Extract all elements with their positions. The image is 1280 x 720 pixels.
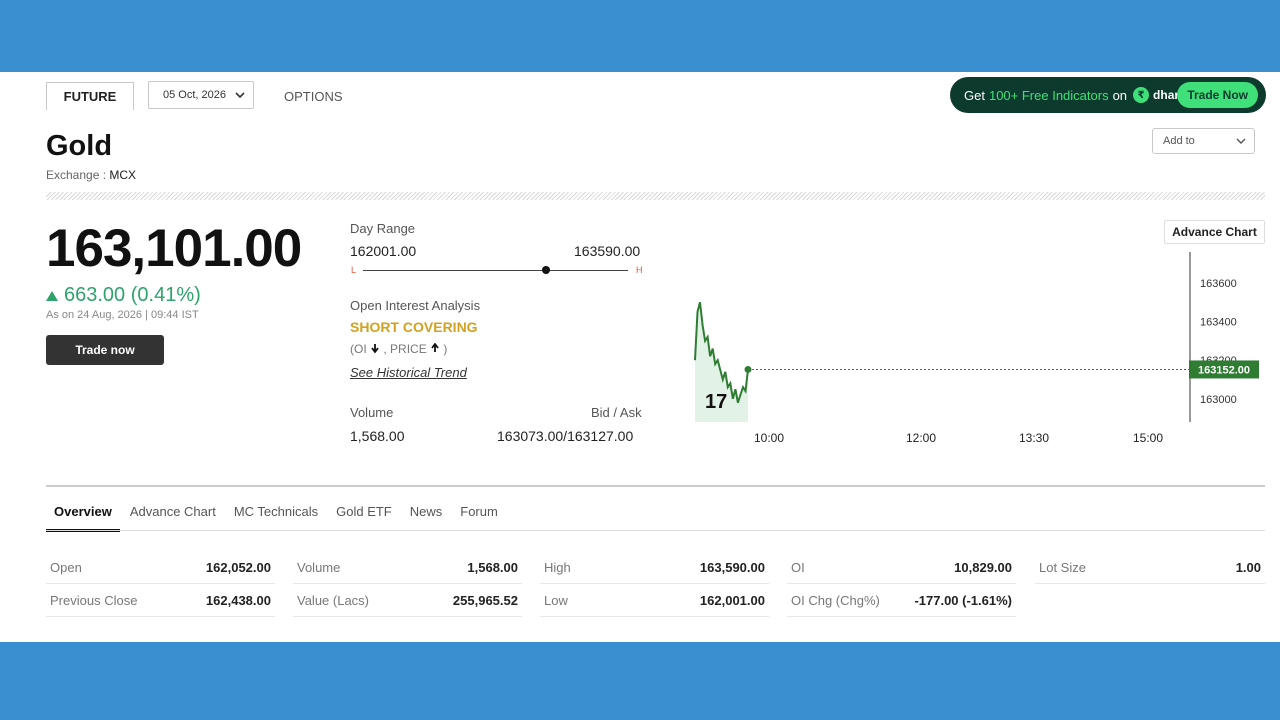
chevron-down-icon [1236, 138, 1246, 144]
quote-card: FUTURE 05 Oct, 2026 OPTIONS Get 100+ Fre… [0, 72, 1280, 642]
stat-value: 162,438.00 [205, 592, 271, 608]
stat-label: Value (Lacs) [297, 592, 370, 608]
stat-value-lacs-: Value (Lacs) 255,965.52 [293, 584, 522, 617]
promo-suffix: on [1112, 87, 1128, 103]
oi-price-detail: (OI , PRICE ) [350, 342, 447, 356]
y-tick-label: 163400 [1200, 317, 1237, 329]
stat-value: 163,590.00 [699, 559, 765, 575]
stat-high: High 163,590.00 [540, 551, 769, 584]
bid-ask-value: 163073.00/163127.00 [497, 428, 634, 444]
x-tick-label: 12:00 [906, 431, 936, 445]
divider [46, 485, 1265, 487]
stat-previous-close: Previous Close 162,438.00 [46, 584, 275, 617]
stat-value: 1,568.00 [467, 559, 518, 575]
stat-value: 10,829.00 [954, 559, 1012, 575]
divider [46, 530, 1265, 531]
stat-open: Open 162,052.00 [46, 551, 275, 584]
stat-label: Low [544, 592, 568, 608]
timestamp: As on 24 Aug, 2026 | 09:44 IST [46, 309, 199, 321]
expiry-value: 05 Oct, 2026 [163, 89, 226, 101]
tab-mc-technicals[interactable]: MC Technicals [226, 502, 326, 532]
volume-value: 1,568.00 [350, 428, 405, 444]
exchange-value: MCX [109, 168, 137, 182]
promo-highlight: 100+ Free Indicators [988, 87, 1109, 103]
tab-future[interactable]: FUTURE [46, 82, 134, 110]
tab-advance-chart[interactable]: Advance Chart [122, 502, 224, 532]
stat-lot-size: Lot Size 1.00 [1035, 551, 1265, 584]
bid-ask-label: Bid / Ask [591, 405, 642, 420]
tab-news[interactable]: News [402, 502, 451, 532]
stat-oi-chg-chg-: OI Chg (Chg%) -177.00 (-1.61%) [787, 584, 1016, 617]
promo-banner[interactable]: Get 100+ Free Indicators on ₹ dhan Trade… [950, 77, 1266, 113]
day-low: 162001.00 [350, 243, 417, 259]
stat-label: Lot Size [1039, 559, 1086, 575]
tab-options[interactable]: OPTIONS [284, 89, 343, 104]
dhan-logo-icon: ₹ [1133, 87, 1150, 103]
add-to-label: Add to [1163, 135, 1195, 147]
add-to-select[interactable]: Add to [1152, 128, 1255, 154]
historical-trend-link[interactable]: See Historical Trend [350, 365, 467, 380]
tab-overview[interactable]: Overview [46, 502, 120, 532]
stat-label: Previous Close [50, 592, 138, 608]
price-change-value: 663.00 (0.41%) [64, 284, 201, 306]
last-price: 163,101.00 [46, 219, 302, 278]
stat-value: 1.00 [1235, 559, 1261, 575]
trade-now-main-button[interactable]: Trade now [46, 335, 164, 365]
day-high: 163590.00 [574, 243, 641, 259]
promo-prefix: Get [964, 87, 985, 103]
oi-detail-close: ) [443, 342, 448, 356]
y-tick-label: 163000 [1200, 394, 1237, 406]
stat-label: Volume [297, 559, 341, 575]
chevron-down-icon [235, 92, 245, 99]
exchange-info: Exchange : MCX [46, 168, 136, 182]
arrow-up-icon [46, 290, 58, 301]
price-change: 663.00 (0.41%) [46, 284, 201, 307]
arrow-down-icon [371, 344, 379, 354]
page-title: Gold [46, 130, 113, 162]
stat-volume: Volume 1,568.00 [293, 551, 522, 584]
stat-label: OI [791, 559, 805, 575]
exchange-label: Exchange : [46, 168, 107, 182]
stat-label: OI Chg (Chg%) [791, 592, 880, 608]
x-tick-label: 15:00 [1133, 431, 1163, 445]
stat-value: 162,052.00 [205, 559, 271, 575]
tab-forum[interactable]: Forum [452, 502, 506, 532]
x-tick-label: 13:30 [1019, 431, 1049, 445]
stat-label: Open [50, 559, 82, 575]
day-range-bar [363, 266, 628, 274]
stat-value: 255,965.52 [452, 592, 518, 608]
trade-now-button[interactable]: Trade Now [1177, 82, 1258, 108]
current-price-label: 163152.00 [1198, 364, 1250, 376]
tradingview-logo-icon: 17 [705, 391, 727, 413]
arrow-up-icon [431, 342, 439, 352]
advance-chart-button[interactable]: Advance Chart [1164, 220, 1265, 244]
section-tabs: Overview Advance Chart MC Technicals Gold E… [46, 502, 508, 532]
stat-oi: OI 10,829.00 [787, 551, 1016, 584]
high-tag: H [636, 265, 643, 275]
volume-label: Volume [350, 405, 394, 420]
stat-value: -177.00 (-1.61%) [914, 592, 1012, 608]
tab-gold-etf[interactable]: Gold ETF [328, 502, 400, 532]
y-tick-label: 163600 [1200, 278, 1237, 290]
oi-detail-oi: (OI [350, 342, 367, 356]
intraday-chart[interactable]: 16360016340016320016300010:0012:0013:301… [690, 252, 1270, 452]
stat-label: High [544, 559, 571, 575]
expiry-select[interactable]: 05 Oct, 2026 [148, 81, 254, 109]
x-tick-label: 10:00 [754, 431, 784, 445]
day-range-marker [541, 266, 550, 274]
divider [46, 192, 1265, 200]
oi-analysis-label: Open Interest Analysis [350, 298, 481, 313]
oi-detail-price: , PRICE [383, 342, 427, 356]
stat-value: 162,001.00 [699, 592, 765, 608]
day-range-label: Day Range [350, 221, 416, 236]
low-tag: L [351, 265, 357, 275]
stat-low: Low 162,001.00 [540, 584, 769, 617]
oi-status: SHORT COVERING [350, 319, 478, 335]
